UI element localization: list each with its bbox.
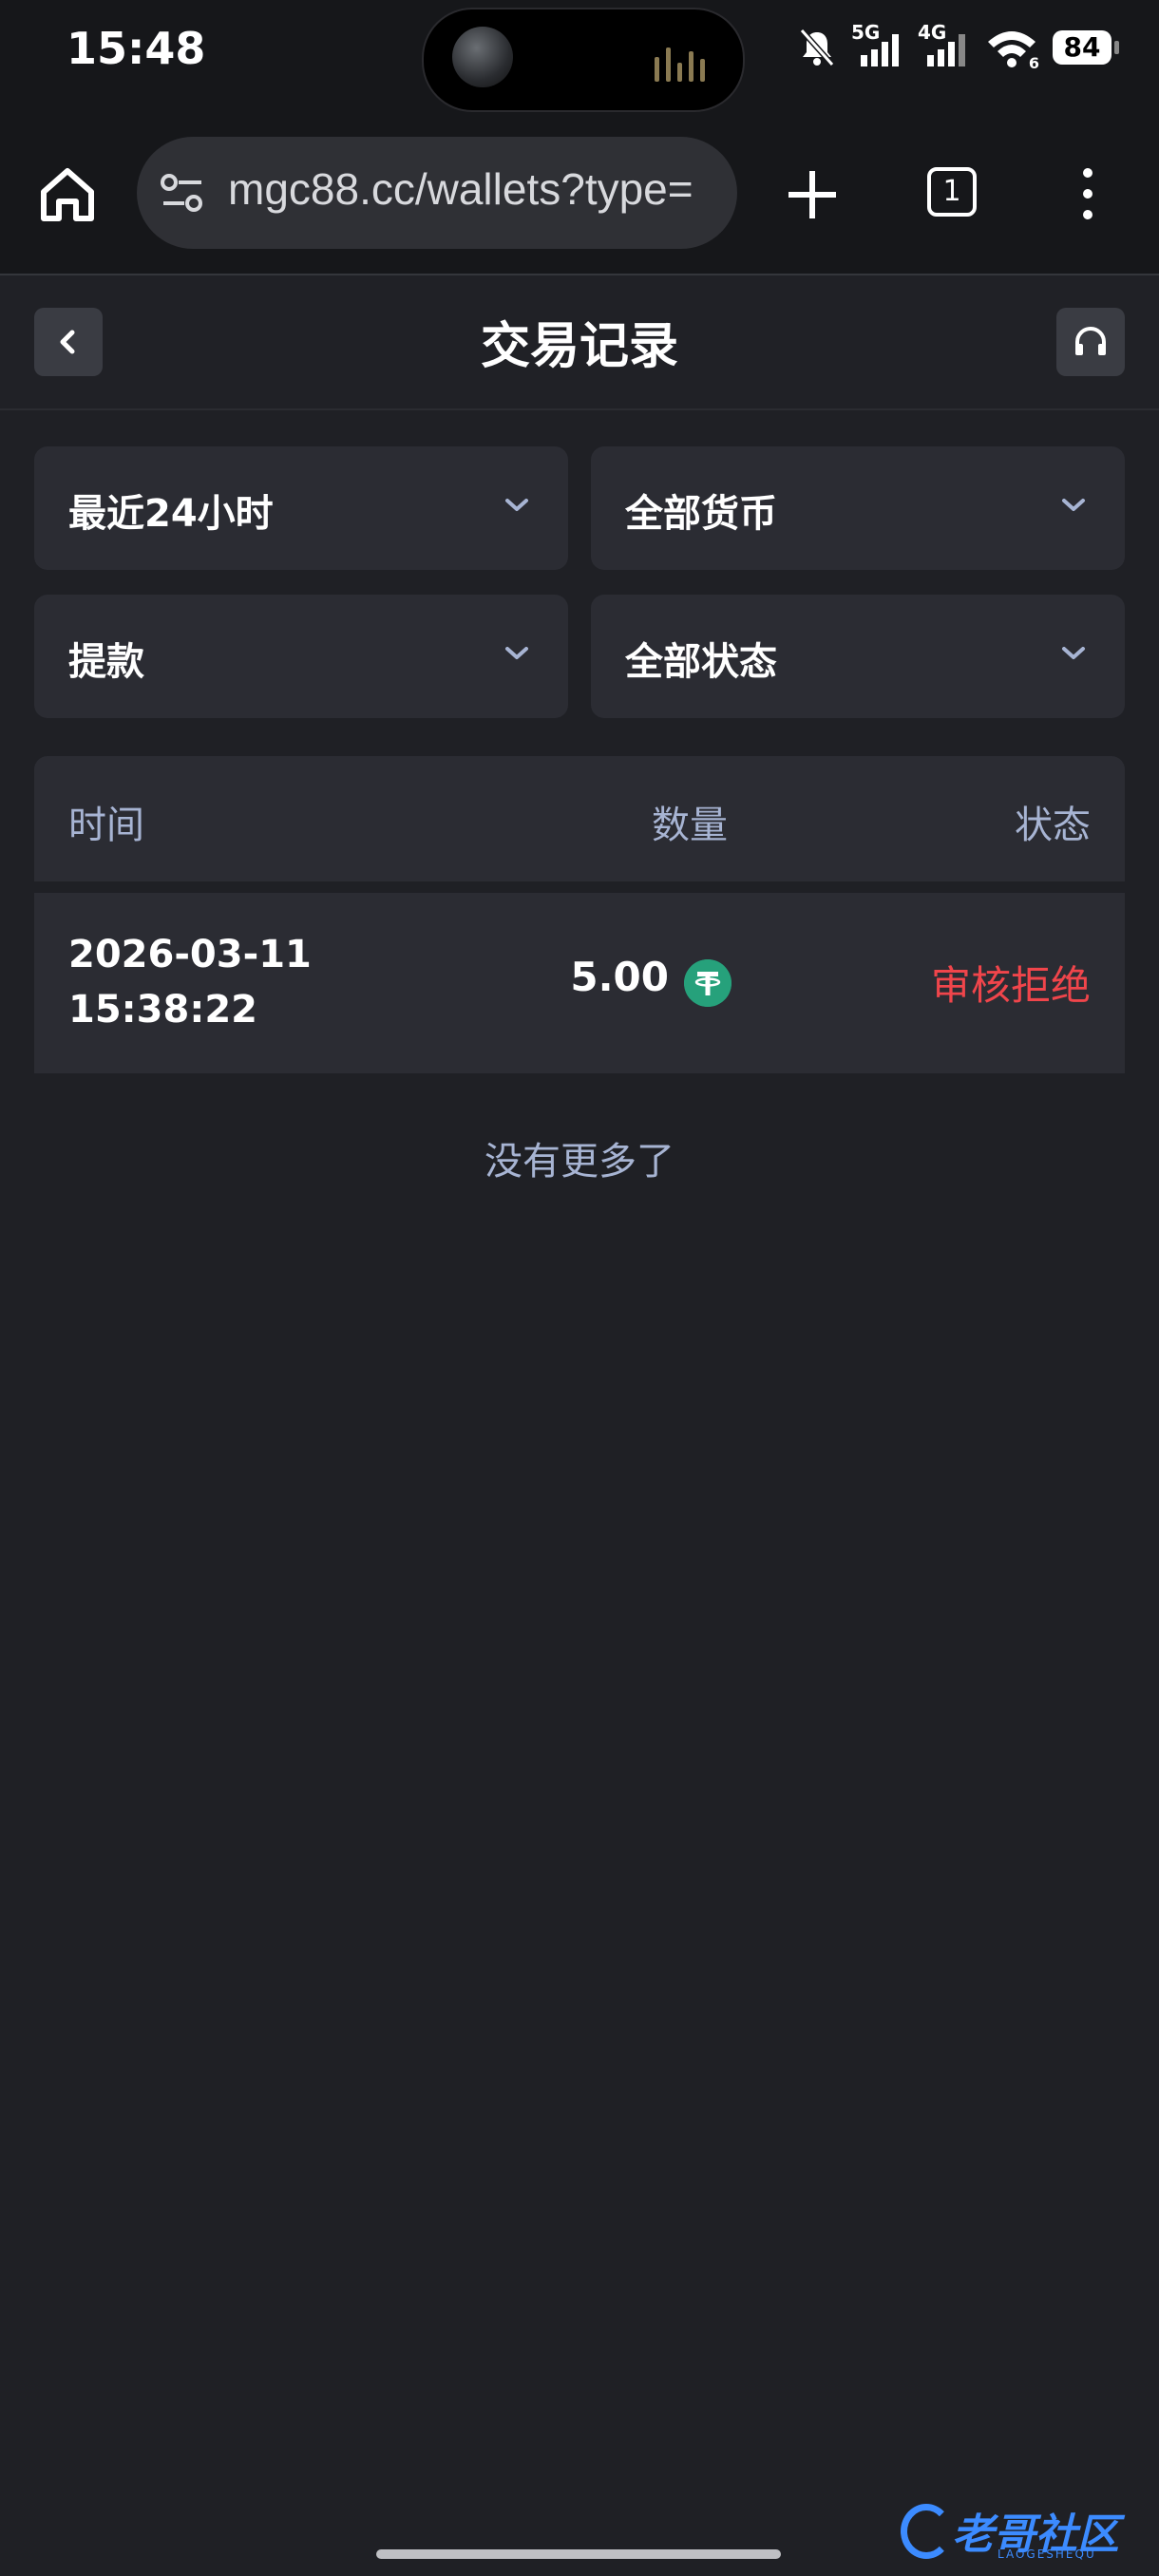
browser-toolbar: mgc88.cc/wallets?type= 1: [0, 133, 1159, 275]
currency-dropdown[interactable]: 全部货币: [591, 446, 1125, 570]
chevron-down-icon: [1062, 499, 1085, 511]
bell-muted-icon: [799, 28, 835, 66]
chevron-down-icon: [1062, 647, 1085, 659]
row-status: 审核拒绝: [930, 962, 1091, 1009]
status-icons: 5G 4G 6 84: [796, 21, 1119, 72]
usdt-icon: [684, 959, 732, 1007]
type-label: 提款: [68, 640, 144, 684]
watermark-logo: 老哥社区 LAOGESHEQU: [893, 2498, 1140, 2565]
tab-switcher-button[interactable]: 1: [927, 167, 977, 217]
wifi-icon: 6: [984, 27, 1039, 72]
new-tab-icon[interactable]: [779, 161, 846, 228]
table-header: 时间 数量 状态: [34, 756, 1125, 881]
address-bar[interactable]: mgc88.cc/wallets?type=: [137, 137, 737, 249]
row-amount: 5.00: [570, 954, 669, 1000]
gesture-bar[interactable]: [376, 2549, 781, 2559]
type-dropdown[interactable]: 提款: [34, 595, 568, 718]
table-row[interactable]: 2026-03-11 15:38:22 5.00 审核拒绝: [34, 893, 1125, 1073]
audio-wave-icon: [655, 47, 705, 82]
row-time: 15:38:22: [68, 988, 257, 1032]
status-bar: 15:48 5G 4G 6 84: [0, 0, 1159, 133]
url-text[interactable]: mgc88.cc/wallets?type=: [228, 163, 694, 215]
home-icon[interactable]: [34, 161, 101, 228]
time-range-label: 最近24小时: [68, 492, 274, 536]
support-button[interactable]: [1056, 308, 1125, 376]
headset-icon: [1075, 327, 1106, 355]
chevron-down-icon: [505, 499, 528, 511]
page-header: 交易记录: [0, 275, 1159, 410]
column-status: 状态: [1015, 804, 1091, 847]
signal-4g-icon: 4G: [918, 21, 971, 68]
more-menu-icon[interactable]: [1074, 165, 1102, 222]
row-datetime: 2026-03-11 15:38:22: [68, 927, 312, 1037]
signal-5g-icon: 5G: [851, 21, 904, 68]
column-time: 时间: [68, 804, 144, 847]
no-more-text: 没有更多了: [484, 1140, 674, 1184]
now-playing-artwork: [452, 27, 513, 87]
chevron-down-icon: [505, 647, 528, 659]
column-amount: 数量: [652, 804, 728, 847]
currency-label: 全部货币: [625, 492, 777, 536]
status-label: 全部状态: [625, 640, 777, 684]
site-settings-icon[interactable]: [160, 171, 205, 215]
row-date: 2026-03-11: [68, 933, 312, 976]
page-title: 交易记录: [480, 318, 678, 375]
battery-indicator: 84: [1053, 30, 1119, 65]
dynamic-island: [422, 8, 745, 112]
status-dropdown[interactable]: 全部状态: [591, 595, 1125, 718]
status-time: 15:48: [66, 23, 206, 74]
time-range-dropdown[interactable]: 最近24小时: [34, 446, 568, 570]
